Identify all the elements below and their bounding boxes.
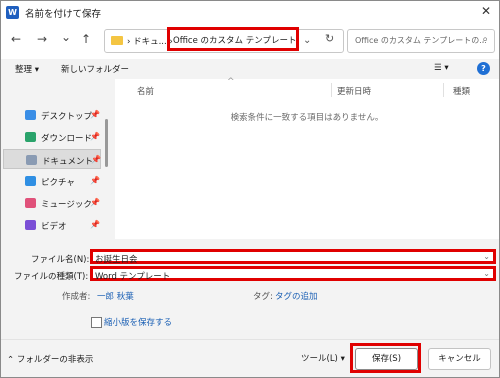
empty-message: 検索条件に一致する項目はありません。 xyxy=(230,113,384,123)
breadcrumb: › ドキュ... › xyxy=(127,35,173,47)
hide-folders-button[interactable]: ⌃ フォルダーの非表示 xyxy=(7,353,93,365)
save-as-dialog: W 名前を付けて保存 ✕ ← → ⌄ ↑ › ドキュ... › Office の… xyxy=(0,0,500,378)
video-icon xyxy=(25,220,36,230)
command-bar: 整理 ▾ 新しいフォルダー ☰ ▾ xyxy=(1,59,499,79)
sidebar-item-documents[interactable]: ドキュメント 📌 xyxy=(3,149,101,169)
download-icon xyxy=(25,132,36,142)
organize-button[interactable]: 整理 ▾ xyxy=(15,63,39,75)
pin-icon[interactable]: 📌 xyxy=(90,176,100,185)
search-icon: ⌕ xyxy=(482,34,488,45)
tools-menu-button[interactable]: ツール(L) ▾ xyxy=(301,352,345,364)
filename-field[interactable]: お誕生日会 ⌄ xyxy=(90,249,496,265)
refresh-icon[interactable]: ↻ xyxy=(325,32,334,45)
column-header-name[interactable]: 名前 xyxy=(137,85,154,97)
tags-label: タグ: xyxy=(253,292,273,302)
recent-locations-chevron-icon[interactable]: ⌄ xyxy=(61,30,71,44)
current-folder-highlight[interactable]: Office のカスタム テンプレート xyxy=(167,27,299,51)
help-icon[interactable]: ? xyxy=(477,62,490,75)
navigation-pane: デスクトップ 📌 ダウンロード 📌 ドキュメント 📌 ピクチャ 📌 ミュージック… xyxy=(1,79,113,239)
pin-icon[interactable]: 📌 xyxy=(91,155,101,164)
sidebar-item-label: ビデオ xyxy=(41,222,67,232)
tags-value[interactable]: タグの追加 xyxy=(275,290,318,302)
close-icon[interactable]: ✕ xyxy=(481,4,491,18)
pictures-icon xyxy=(25,176,36,186)
cancel-button[interactable]: キャンセル xyxy=(428,348,491,370)
sidebar-item-label: ダウンロード xyxy=(41,134,93,144)
pin-icon[interactable]: 📌 xyxy=(90,132,100,141)
sidebar-scrollbar[interactable] xyxy=(105,119,108,167)
filename-label: ファイル名(N): xyxy=(31,255,90,265)
filename-value[interactable]: お誕生日会 xyxy=(95,253,138,265)
search-placeholder: Office のカスタム テンプレートの... xyxy=(355,36,487,45)
sidebar-item-label: ピクチャ xyxy=(41,178,75,188)
sidebar-item-label: ドキュメント xyxy=(42,157,94,167)
desktop-icon xyxy=(25,110,36,120)
breadcrumb-current-folder[interactable]: Office のカスタム テンプレート xyxy=(173,34,296,46)
view-options-icon[interactable]: ☰ ▾ xyxy=(434,63,449,73)
sidebar-item-desktop[interactable]: デスクトップ 📌 xyxy=(3,105,101,125)
pin-icon[interactable]: 📌 xyxy=(90,198,100,207)
pin-icon[interactable]: 📌 xyxy=(90,220,100,229)
chevron-down-icon[interactable]: ⌄ xyxy=(483,252,490,261)
file-list: ^ 名前 更新日時 種類 検索条件に一致する項目はありません。 xyxy=(115,77,499,239)
pin-icon[interactable]: 📌 xyxy=(90,110,100,119)
breadcrumb-documents[interactable]: ドキュ... xyxy=(133,37,167,47)
new-folder-button[interactable]: 新しいフォルダー xyxy=(61,63,129,75)
save-thumbnail-checkbox[interactable] xyxy=(91,317,102,328)
column-divider[interactable] xyxy=(443,83,444,97)
filetype-select[interactable]: Word テンプレート ⌄ xyxy=(90,266,496,282)
sidebar-item-label: ミュージック xyxy=(41,200,92,210)
dialog-title: 名前を付けて保存 xyxy=(25,9,102,20)
search-box[interactable]: Office のカスタム テンプレートの... ⌕ xyxy=(347,29,495,53)
back-arrow-icon[interactable]: ← xyxy=(11,32,21,46)
filetype-label: ファイルの種類(T): xyxy=(14,272,89,282)
save-form: ファイル名(N): お誕生日会 ⌄ ファイルの種類(T): Word テンプレー… xyxy=(1,239,499,377)
save-button[interactable]: 保存(S) xyxy=(355,348,418,370)
divider xyxy=(1,339,499,340)
sidebar-item-videos[interactable]: ビデオ 📌 xyxy=(3,215,101,235)
sort-chevron-icon: ^ xyxy=(227,77,235,87)
sidebar-item-music[interactable]: ミュージック 📌 xyxy=(3,193,101,213)
author-value[interactable]: 一郎 秋葉 xyxy=(97,290,134,302)
column-divider[interactable] xyxy=(331,83,332,97)
up-arrow-icon[interactable]: ↑ xyxy=(81,32,91,46)
column-header-type[interactable]: 種類 xyxy=(453,85,470,97)
sidebar-item-pictures[interactable]: ピクチャ 📌 xyxy=(3,171,101,191)
filetype-value[interactable]: Word テンプレート xyxy=(95,270,170,282)
author-label: 作成者: xyxy=(62,292,91,302)
title-bar: W 名前を付けて保存 ✕ xyxy=(1,1,499,23)
address-dropdown-icon[interactable]: ⌄ xyxy=(303,35,311,46)
sidebar-item-downloads[interactable]: ダウンロード 📌 xyxy=(3,127,101,147)
save-thumbnail-label[interactable]: 縮小版を保存する xyxy=(104,316,172,328)
column-header-modified[interactable]: 更新日時 xyxy=(337,85,371,97)
folder-icon xyxy=(111,36,123,45)
forward-arrow-icon[interactable]: → xyxy=(37,32,47,46)
chevron-down-icon[interactable]: ⌄ xyxy=(483,269,490,278)
sidebar-item-label: デスクトップ xyxy=(41,112,93,122)
music-icon xyxy=(25,198,36,208)
documents-icon xyxy=(26,155,37,165)
word-app-icon: W xyxy=(6,6,19,19)
breadcrumb-separator: › xyxy=(127,37,131,47)
